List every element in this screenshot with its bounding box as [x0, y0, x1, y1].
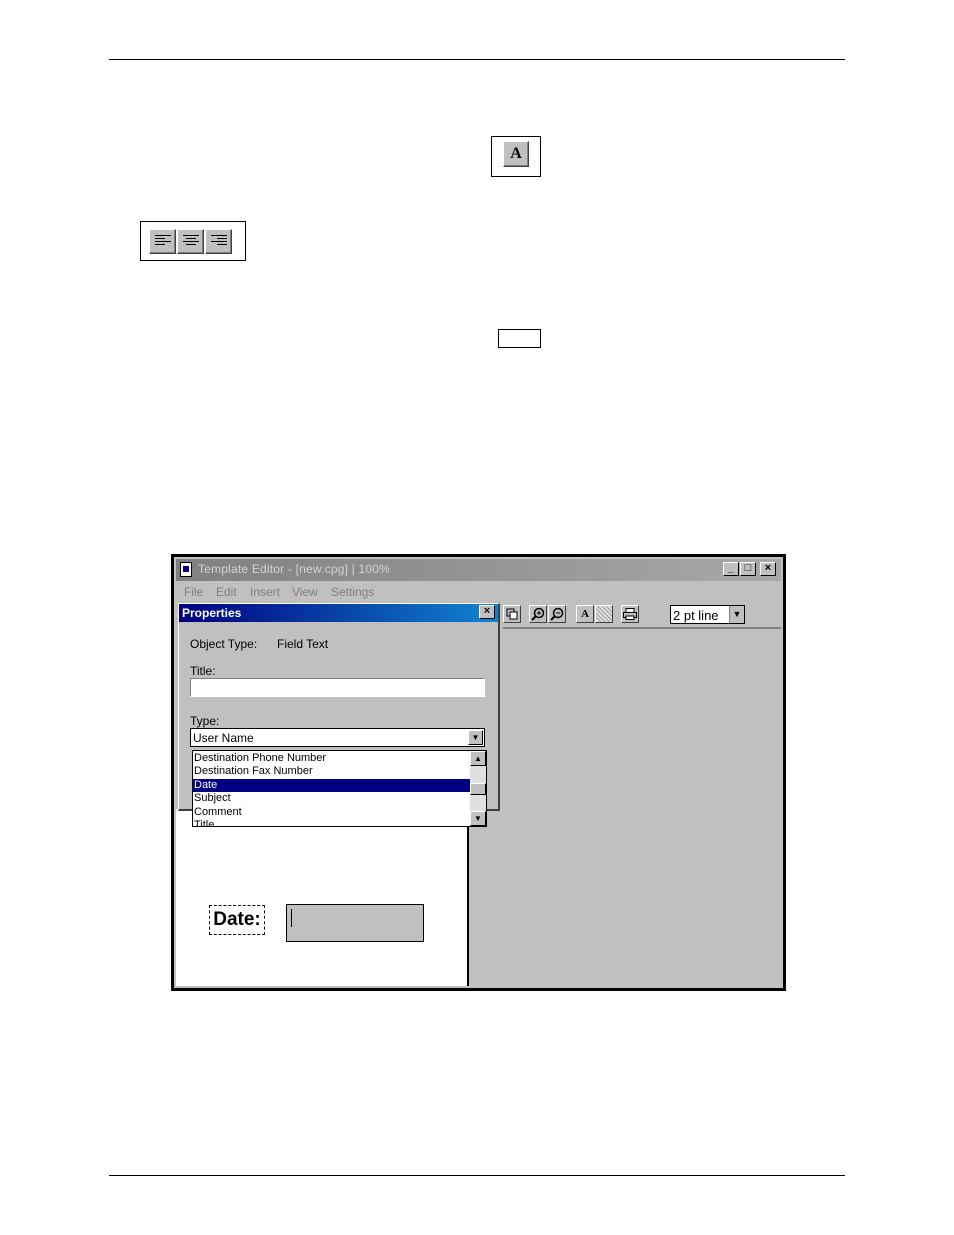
work-area	[469, 629, 781, 986]
chevron-down-icon[interactable]: ▼	[729, 606, 744, 623]
properties-close-button[interactable]: ×	[479, 605, 495, 619]
list-item[interactable]: Subject	[193, 792, 470, 805]
list-item-selected[interactable]: Date	[193, 779, 470, 792]
object-type-label: Object Type:	[190, 637, 258, 651]
zoom-in-icon[interactable]	[529, 605, 547, 623]
menu-file[interactable]: File	[184, 585, 203, 599]
window-titlebar: Template Editor - [new.cpg] | 100% _ □ ×	[176, 559, 781, 581]
align-center-icon	[177, 229, 204, 254]
footer-rule	[109, 1175, 845, 1176]
text-tool-button[interactable]: A	[576, 605, 594, 623]
type-dropdown-list: Destination Phone Number Destination Fax…	[192, 750, 487, 827]
date-field-object[interactable]	[286, 904, 424, 942]
title-input[interactable]	[190, 678, 485, 697]
zoom-out-icon[interactable]	[548, 605, 566, 623]
minimize-button[interactable]: _	[723, 562, 739, 576]
type-select[interactable]: User Name ▼	[190, 728, 485, 747]
scroll-up-icon[interactable]: ▲	[470, 751, 486, 766]
copy-icon[interactable]	[503, 605, 521, 623]
list-item[interactable]: Comment	[193, 806, 470, 819]
scroll-down-icon[interactable]: ▼	[470, 811, 486, 826]
line-width-value: 2 pt line	[673, 608, 719, 623]
align-left-icon	[149, 229, 176, 254]
template-editor-screenshot: Template Editor - [new.cpg] | 100% _ □ ×…	[171, 554, 786, 991]
text-tool-figure: A	[491, 136, 541, 177]
type-select-value: User Name	[193, 731, 254, 745]
type-label: Type:	[190, 714, 220, 728]
menu-settings[interactable]: Settings	[331, 585, 374, 599]
properties-title: Properties	[182, 606, 242, 620]
align-right-icon	[205, 229, 232, 254]
alignment-buttons-figure	[140, 221, 246, 261]
close-button[interactable]: ×	[760, 562, 776, 576]
header-rule	[109, 59, 845, 60]
scroll-thumb[interactable]	[470, 783, 486, 795]
title-label: Title:	[190, 664, 216, 678]
maximize-button[interactable]: □	[740, 562, 756, 576]
list-item[interactable]: Title	[193, 819, 470, 826]
fill-pattern-icon[interactable]	[595, 605, 613, 623]
line-width-select[interactable]: 2 pt line ▼	[670, 605, 745, 624]
chevron-down-icon[interactable]: ▼	[468, 730, 483, 745]
window-title: Template Editor - [new.cpg] | 100%	[198, 562, 391, 576]
date-label-object[interactable]: Date:	[209, 905, 265, 935]
document-page: Date:	[176, 809, 469, 986]
print-icon[interactable]	[621, 605, 639, 623]
app-icon	[180, 562, 192, 577]
text-tool-icon: A	[503, 141, 529, 167]
toolbar: A 2 pt line ▼	[503, 603, 781, 629]
list-item[interactable]: Destination Phone Number	[193, 752, 470, 765]
menu-view[interactable]: View	[292, 585, 318, 599]
menu-insert[interactable]: Insert	[250, 585, 280, 599]
dropdown-scrollbar[interactable]: ▲ ▼	[470, 751, 486, 826]
text-cursor	[291, 909, 292, 927]
menu-edit[interactable]: Edit	[216, 585, 237, 599]
blank-field-figure	[498, 329, 541, 348]
properties-titlebar: Properties ×	[179, 604, 498, 622]
menu-bar: File Edit Insert View Settings	[176, 581, 781, 601]
list-item[interactable]: Destination Fax Number	[193, 765, 470, 778]
object-type-value: Field Text	[277, 637, 329, 651]
